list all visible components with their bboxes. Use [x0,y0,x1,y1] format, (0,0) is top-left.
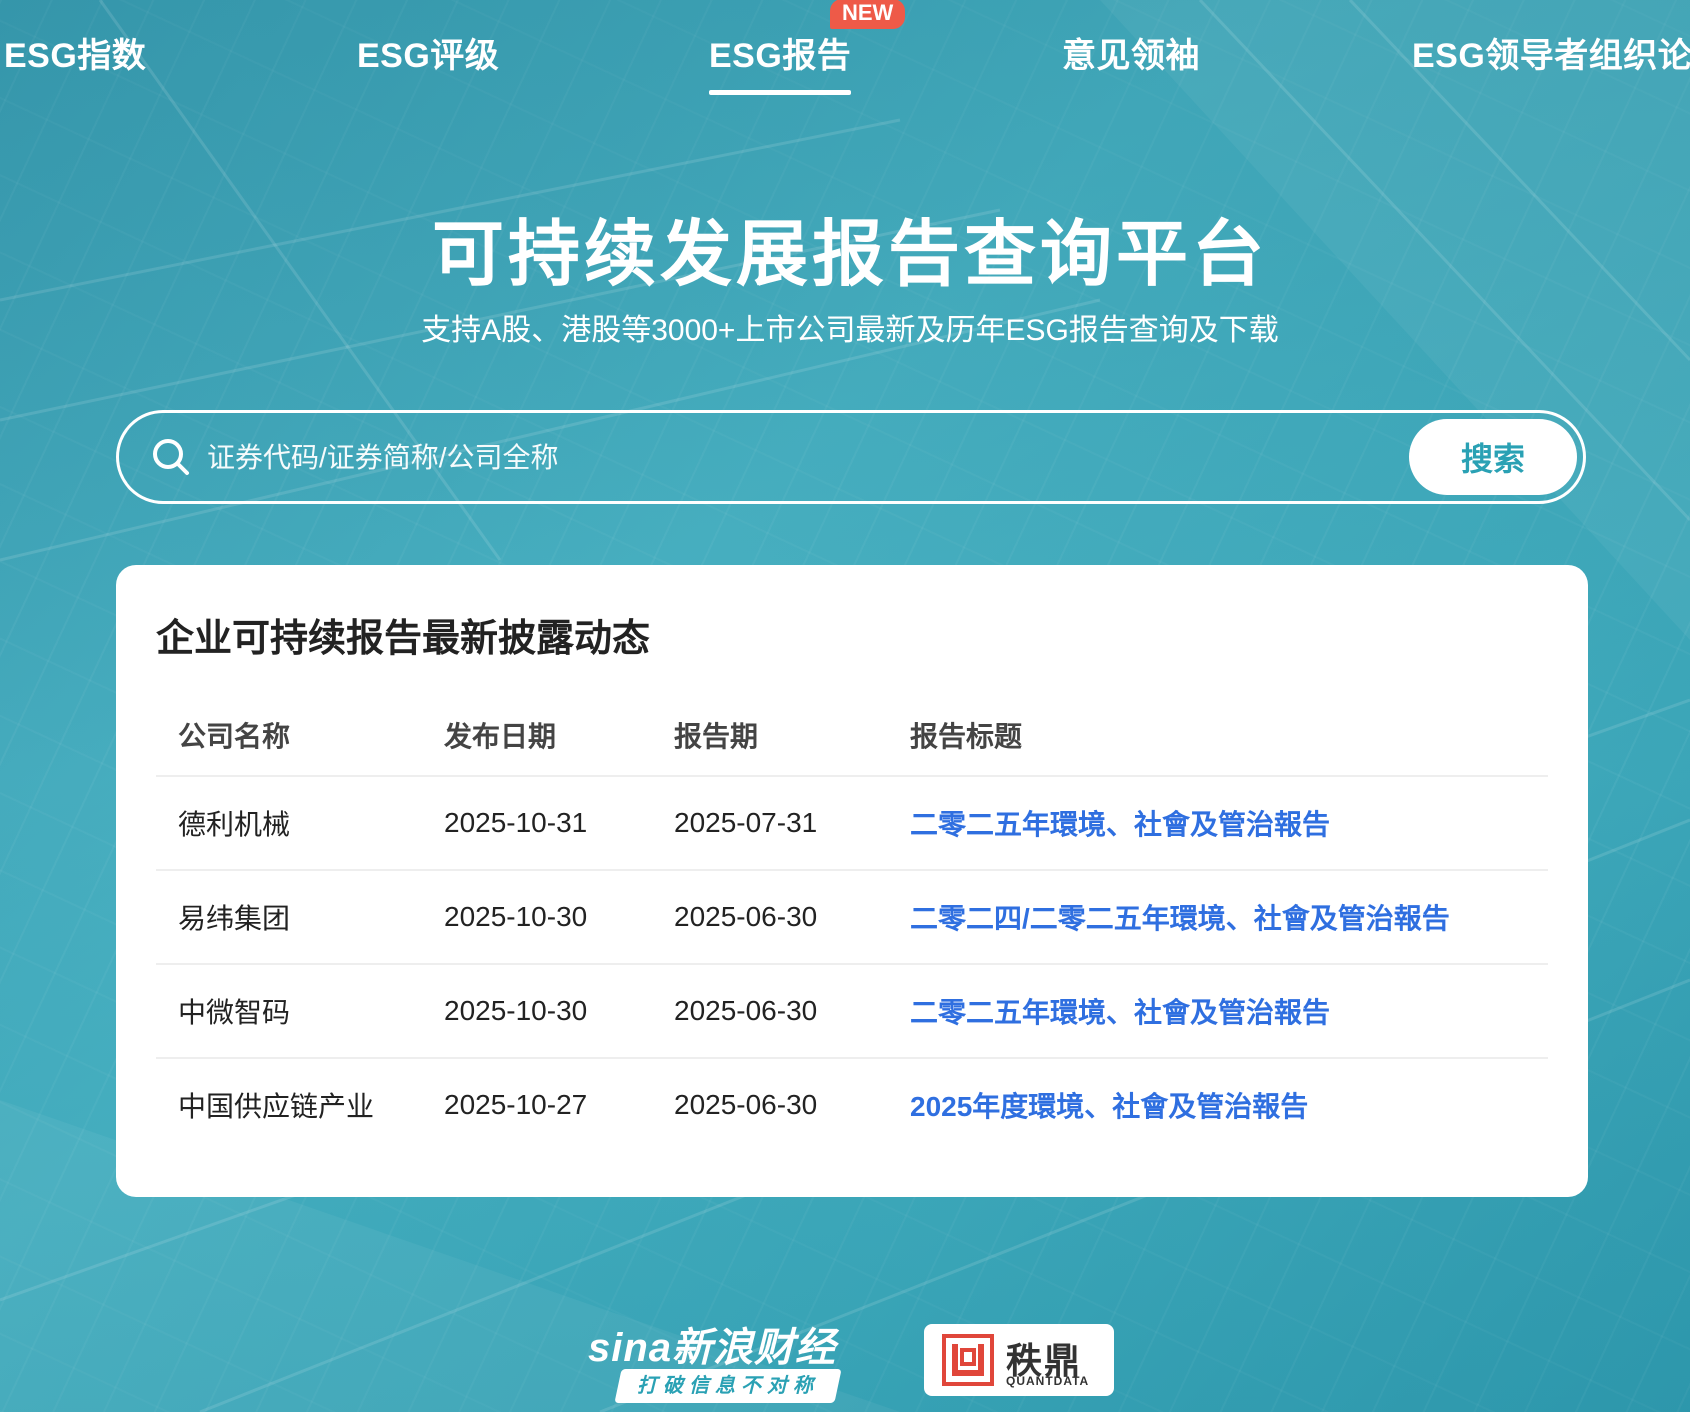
search-icon [153,439,189,475]
nav-esg-index[interactable]: ESG指数 [4,28,146,77]
sina-logo-text: sina新浪财经 [588,1326,837,1370]
publish-date: 2025-10-30 [422,964,652,1059]
sina-tagline: 打破信息不对称 [637,1375,819,1397]
disclosure-card: 企业可持续报告最新披露动态 公司名称 发布日期 报告期 报告标题 德利机械 20… [116,565,1588,1197]
publish-date: 2025-10-31 [422,776,652,871]
table-row: 德利机械 2025-10-31 2025-07-31 二零二五年環境、社會及管治… [156,776,1548,871]
table-row: 易纬集团 2025-10-30 2025-06-30 二零二四/二零二五年環境、… [156,870,1548,965]
nav-esg-leaders-forum[interactable]: ESG领导者组织论 [1412,28,1690,77]
quantdata-en: QUANTDATA [1006,1374,1090,1388]
search-input[interactable] [205,431,1309,485]
company-name: 易纬集团 [156,870,422,965]
nav-esg-rating[interactable]: ESG评级 [357,28,499,77]
page-title: 可持续发展报告查询平台 [431,215,1268,295]
table-row: 中国供应链产业 2025-10-27 2025-06-30 2025年度環境、社… [156,1058,1548,1151]
column-header-report-period: 报告期 [652,695,888,777]
sina-tagline-box: 打破信息不对称 [614,1369,842,1403]
nav-opinion-leaders[interactable]: 意见领袖 [1062,28,1200,77]
sina-finance-logo: sina新浪财经 打破信息不对称 [588,1315,848,1405]
quantdata-logo: 秩鼎 QUANTDATA [924,1324,1114,1396]
column-header-report-title: 报告标题 [888,695,1548,777]
column-header-publish-date: 发布日期 [422,695,652,777]
publish-date: 2025-10-27 [444,1089,588,1120]
report-title-link[interactable]: 二零二四/二零二五年環境、社會及管治報告 [910,903,1450,934]
table-header-row: 公司名称 发布日期 报告期 报告标题 [156,695,1548,777]
report-period: 2025-06-30 [652,870,888,965]
company-name: 德利机械 [156,776,422,871]
publish-date: 2025-10-30 [422,870,652,965]
top-navigation: ESG指数 ESG评级 ESG报告 NEW 意见领袖 ESG领导者组织论 [0,0,1690,100]
report-title-link[interactable]: 2025年度環境、社會及管治報告 [910,1091,1308,1122]
company-name: 中国供应链产业 [178,1091,375,1122]
report-period: 2025-06-30 [652,964,888,1059]
search-bar: 搜索 [116,410,1586,504]
report-period: 2025-07-31 [652,776,888,871]
nav-esg-report[interactable]: ESG报告 [709,28,852,95]
disclosure-title: 企业可持续报告最新披露动态 [156,618,651,660]
company-name: 中微智码 [156,964,422,1059]
disclosure-table: 公司名称 发布日期 报告期 报告标题 德利机械 2025-10-31 2025-… [156,695,1548,1151]
report-period: 2025-06-30 [674,1089,818,1120]
column-header-company: 公司名称 [156,695,422,777]
quantdata-mark-icon [942,1334,994,1386]
report-title-link[interactable]: 二零二五年環境、社會及管治報告 [910,997,1330,1028]
search-button[interactable]: 搜索 [1409,419,1577,495]
table-row: 中微智码 2025-10-30 2025-06-30 二零二五年環境、社會及管治… [156,964,1548,1059]
new-badge: NEW [830,0,906,29]
page-subtitle: 支持A股、港股等3000+上市公司最新及历年ESG报告查询及下载 [421,314,1279,347]
report-title-link[interactable]: 二零二五年環境、社會及管治報告 [910,809,1330,840]
